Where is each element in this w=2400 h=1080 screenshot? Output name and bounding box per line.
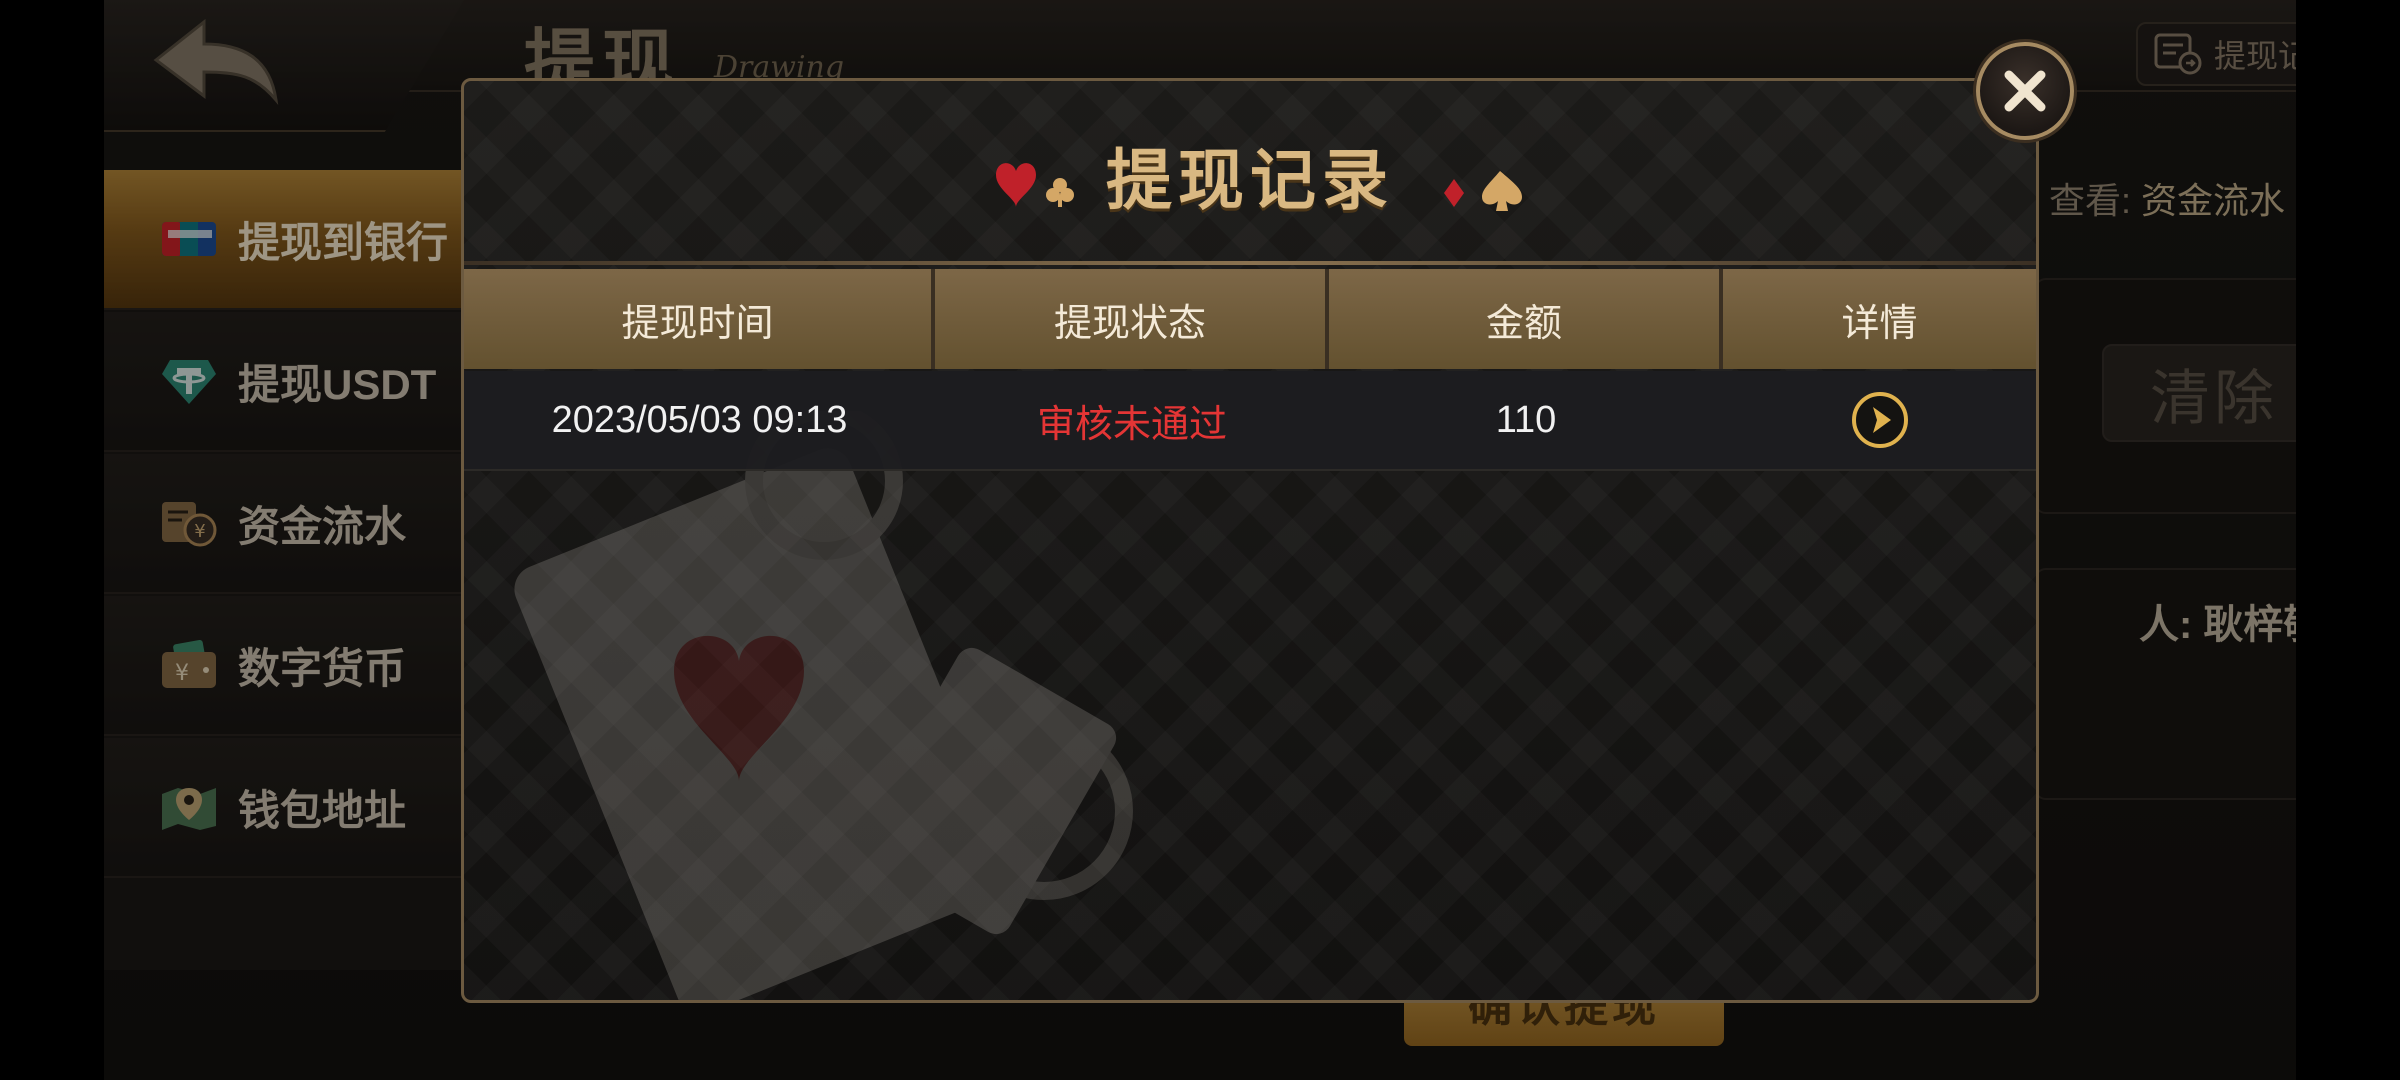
withdraw-status: 审核未通过	[1036, 403, 1227, 446]
column-header-details: 详情	[1723, 269, 2036, 369]
withdraw-amount: 110	[1495, 398, 1557, 441]
close-icon	[2004, 70, 2046, 112]
table-row[interactable]: 2023/05/03 09:13 审核未通过 110	[464, 371, 2036, 471]
dialog-header: 提现记录	[464, 81, 2036, 265]
diamond-spade-icon	[1444, 171, 1522, 211]
column-header-amount: 金额	[1329, 269, 1723, 369]
withdraw-time: 2023/05/03 09:13	[551, 398, 848, 441]
dialog-title: 提现记录	[1106, 141, 1394, 219]
details-cell	[1723, 371, 2036, 469]
header-divider	[464, 261, 2036, 265]
column-header-time: 提现时间	[464, 269, 935, 369]
close-button[interactable]	[1976, 42, 2074, 140]
arrow-right-circle-icon[interactable]	[1851, 391, 1909, 449]
withdraw-record-dialog: 提现记录 提现时间 提现状态 金额 详情 2023/05/03 09:13 审核…	[461, 78, 2039, 1003]
column-header-status: 提现状态	[935, 269, 1329, 369]
table-header: 提现时间 提现状态 金额 详情	[464, 269, 2036, 369]
cards-decoration-icon	[514, 411, 1133, 1000]
